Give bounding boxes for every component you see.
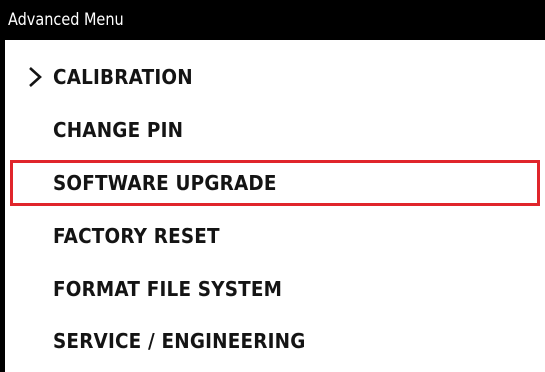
menu-item-change-pin[interactable]: CHANGE PIN [10, 107, 540, 153]
menu-item-label: SOFTWARE UPGRADE [53, 171, 277, 195]
menu-item-label: SERVICE / ENGINEERING [53, 329, 306, 353]
menu-item-factory-reset[interactable]: FACTORY RESET [10, 213, 540, 259]
menu-item-calibration[interactable]: CALIBRATION [10, 54, 540, 100]
menu-item-label: CHANGE PIN [53, 118, 184, 142]
menu-item-label: FACTORY RESET [53, 224, 220, 248]
chevron-right-icon [29, 67, 42, 87]
menu-item-service-engineering[interactable]: SERVICE / ENGINEERING [10, 318, 540, 364]
left-border [0, 40, 5, 372]
menu-item-format-file-system[interactable]: FORMAT FILE SYSTEM [10, 266, 540, 312]
menu-item-software-upgrade[interactable]: SOFTWARE UPGRADE [10, 160, 540, 206]
title-bar: Advanced Menu [0, 0, 545, 40]
menu-item-label: FORMAT FILE SYSTEM [53, 277, 283, 301]
advanced-menu-screen: Advanced Menu CALIBRATION CHANGE PIN SOF… [0, 0, 545, 372]
menu-item-label: CALIBRATION [53, 65, 193, 89]
page-title: Advanced Menu [8, 10, 124, 30]
